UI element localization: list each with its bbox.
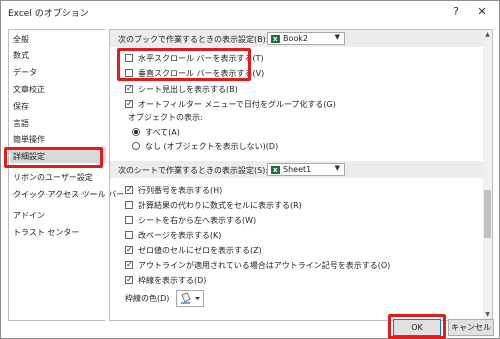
excel-workbook-icon: x (271, 35, 280, 43)
gridline-color-label: 枠線の色(D) (125, 294, 170, 303)
sidebar-item-data[interactable]: データ (13, 67, 37, 78)
help-button[interactable]: ? (447, 4, 465, 20)
category-sidebar: 全般 数式 データ 文章校正 保存 言語 簡単操作 詳細設定 リボンのユーザー設… (8, 29, 124, 321)
checkbox-zero-values[interactable]: ✓ (125, 246, 133, 254)
option-label: 改ページを表示する(K) (138, 231, 222, 240)
sidebar-item-formulas[interactable]: 数式 (13, 50, 29, 61)
option-label: シート見出しを表示する(B) (138, 85, 238, 94)
sidebar-item-quick-access-toolbar[interactable]: クイック アクセス ツール バー (13, 189, 124, 200)
workbook-dropdown-value: Book2 (283, 34, 308, 43)
workbook-display-section-header: 次のブックで作業するときの表示設定(B): x Book2 ▼ (110, 30, 483, 47)
objects-display-label: オブジェクトの表示: (128, 113, 203, 122)
sidebar-item-general[interactable]: 全般 (13, 34, 29, 45)
advanced-highlight-box (4, 147, 103, 168)
checkbox-gridlines[interactable]: ✓ (125, 276, 133, 284)
chevron-down-icon: ▼ (334, 33, 340, 41)
checkbox-group-dates-autofilter[interactable]: ✓ (125, 100, 133, 108)
window-title: Excel のオプション (8, 9, 89, 19)
sidebar-item-addins[interactable]: アドイン (13, 210, 45, 221)
title-bar: Excel のオプション ? ✕ (1, 1, 499, 23)
scrollbar-thumb[interactable] (484, 190, 491, 238)
ok-button[interactable]: OK (393, 319, 441, 336)
option-label: オートフィルター メニューで日付をグループ化する(G) (138, 100, 336, 109)
scrollbar-options-highlight-box (117, 48, 251, 81)
workbook-display-section-label: 次のブックで作業するときの表示設定(B): (118, 35, 269, 44)
scroll-up-arrow-icon[interactable]: ▲ (483, 31, 492, 38)
checkbox-right-to-left[interactable] (125, 216, 133, 224)
paint-bucket-icon (181, 292, 200, 304)
radio-label: すべて(A) (145, 128, 180, 137)
checkbox-sheet-tabs[interactable]: ✓ (125, 85, 133, 93)
sheet-display-section-header: 次のシートで作業するときの表示設定(S): x Sheet1 ▼ (110, 161, 483, 178)
option-label: ゼロ値のセルにゼロを表示する(Z) (138, 246, 262, 255)
option-label: 計算結果の代わりに数式をセルに表示する(R) (138, 201, 302, 210)
sidebar-item-customize-ribbon[interactable]: リボンのユーザー設定 (13, 172, 93, 183)
workbook-dropdown[interactable]: x Book2 ▼ (267, 32, 345, 45)
close-button[interactable]: ✕ (473, 4, 491, 20)
sidebar-item-accessibility[interactable]: 簡単操作 (13, 134, 45, 145)
option-label: 枠線を表示する(D) (138, 276, 207, 285)
sidebar-item-save[interactable]: 保存 (13, 101, 29, 112)
sheet-dropdown-value: Sheet1 (283, 165, 312, 174)
radio-button-all[interactable] (132, 128, 140, 136)
sidebar-item-language[interactable]: 言語 (13, 118, 29, 129)
scroll-down-arrow-icon[interactable]: ▼ (483, 311, 492, 318)
gridline-color-picker[interactable] (176, 290, 204, 307)
sidebar-item-trust-center[interactable]: トラスト センター (13, 227, 79, 238)
options-dialog: Excel のオプション ? ✕ 全般 数式 データ 文章校正 保存 言語 簡単… (0, 0, 500, 339)
option-label: 行列番号を表示する(H) (138, 186, 223, 195)
sheet-dropdown[interactable]: x Sheet1 ▼ (267, 163, 345, 176)
vertical-scrollbar[interactable]: ▲ ▼ (483, 29, 493, 321)
checkbox-row-col-headers[interactable]: ✓ (125, 186, 133, 194)
advanced-settings-panel: 次のブックで作業するときの表示設定(B): x Book2 ▼ 水平スクロール … (109, 29, 484, 321)
cancel-button[interactable]: キャンセル (448, 319, 494, 336)
chevron-down-icon: ▼ (334, 164, 340, 172)
excel-sheet-icon: x (271, 166, 280, 174)
sidebar-item-proofing[interactable]: 文章校正 (13, 84, 45, 95)
option-label: アウトラインが適用されている場合はアウトライン記号を表示する(O) (138, 261, 391, 270)
option-label: シートを右から左へ表示する(W) (138, 216, 257, 225)
sheet-display-section-label: 次のシートで作業するときの表示設定(S): (118, 166, 269, 175)
checkbox-show-formulas[interactable] (125, 201, 133, 209)
radio-label: なし (オブジェクトを表示しない)(D) (145, 142, 279, 151)
checkbox-page-breaks[interactable] (125, 231, 133, 239)
checkbox-outline-symbols[interactable]: ✓ (125, 261, 133, 269)
radio-button-none[interactable] (132, 142, 140, 150)
